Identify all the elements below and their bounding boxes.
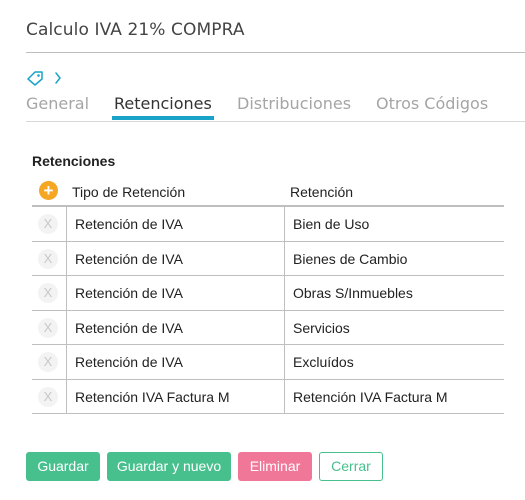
retencion-cell[interactable]: Retención IVA Factura M xyxy=(285,380,504,414)
table-row: X Retención IVA Factura M Retención IVA … xyxy=(32,379,504,414)
remove-row-icon[interactable]: X xyxy=(38,283,58,303)
remove-row-icon[interactable]: X xyxy=(38,317,58,338)
tab-retenciones[interactable]: Retenciones xyxy=(114,94,212,113)
save-and-new-button[interactable]: Guardar y nuevo xyxy=(107,452,231,481)
table-row: X Retención de IVA Bienes de Cambio xyxy=(32,241,504,276)
retencion-cell[interactable]: Bien de Uso xyxy=(285,207,504,241)
table-row: X Retención de IVA Excluídos xyxy=(32,345,504,380)
tipo-cell[interactable]: Retención de IVA xyxy=(66,345,285,379)
retencion-cell[interactable]: Obras S/Inmuebles xyxy=(285,276,504,310)
tipo-cell[interactable]: Retención de IVA xyxy=(66,276,285,310)
retencion-value: Bienes de Cambio xyxy=(293,250,408,267)
table-header: + Tipo de Retención Retención xyxy=(32,174,504,207)
retenciones-table: + Tipo de Retención Retención X Retenció… xyxy=(32,174,504,414)
tipo-value: Retención de IVA xyxy=(75,354,183,370)
tab-otros-codigos[interactable]: Otros Códigos xyxy=(376,94,488,113)
tab-general[interactable]: General xyxy=(26,94,89,113)
table-row: X Retención de IVA Bien de Uso xyxy=(32,207,504,242)
remove-row-icon[interactable]: X xyxy=(38,352,58,372)
tab-bar: General Retenciones Distribuciones Otros… xyxy=(26,94,525,122)
tipo-cell[interactable]: Retención de IVA xyxy=(66,310,285,344)
tipo-cell[interactable]: Retención de IVA xyxy=(66,207,285,241)
tipo-value: Retención de IVA xyxy=(75,285,183,301)
tipo-value: Retención de IVA xyxy=(75,216,183,232)
active-tab-indicator xyxy=(112,116,214,120)
tipo-value: Retención IVA Factura M xyxy=(75,388,230,405)
tipo-value: Retención de IVA xyxy=(75,250,183,267)
retencion-value: Retención IVA Factura M xyxy=(293,388,448,405)
tipo-cell[interactable]: Retención de IVA xyxy=(66,241,285,275)
section-title: Retenciones xyxy=(32,153,116,169)
close-button[interactable]: Cerrar xyxy=(319,452,383,481)
table-row: X Retención de IVA Servicios xyxy=(32,310,504,345)
title-divider xyxy=(26,52,525,53)
add-row-icon[interactable]: + xyxy=(39,181,58,200)
retencion-cell[interactable]: Servicios xyxy=(285,311,504,345)
tab-distribuciones[interactable]: Distribuciones xyxy=(237,94,351,113)
column-header-retencion: Retención xyxy=(290,184,354,200)
retencion-value: Obras S/Inmuebles xyxy=(293,285,413,301)
delete-button[interactable]: Eliminar xyxy=(238,452,312,481)
remove-row-icon[interactable]: X xyxy=(38,214,58,234)
table-row: X Retención de IVA Obras S/Inmuebles xyxy=(32,276,504,311)
tipo-cell[interactable]: Retención IVA Factura M xyxy=(66,379,285,413)
remove-row-icon[interactable]: X xyxy=(38,386,58,407)
action-buttons: Guardar Guardar y nuevo Eliminar Cerrar xyxy=(26,452,383,481)
retencion-cell[interactable]: Bienes de Cambio xyxy=(285,242,504,276)
column-header-tipo: Tipo de Retención xyxy=(72,184,186,200)
remove-row-icon[interactable]: X xyxy=(38,248,58,269)
breadcrumb xyxy=(26,70,62,86)
chevron-right-icon[interactable] xyxy=(54,71,62,85)
save-button[interactable]: Guardar xyxy=(26,452,100,481)
tag-icon[interactable] xyxy=(26,70,44,86)
retencion-value: Servicios xyxy=(293,319,350,336)
retencion-value: Excluídos xyxy=(293,354,354,370)
tipo-value: Retención de IVA xyxy=(75,319,183,336)
retencion-value: Bien de Uso xyxy=(293,216,370,232)
retencion-cell[interactable]: Excluídos xyxy=(285,345,504,379)
page-title: Calculo IVA 21% COMPRA xyxy=(26,20,245,40)
